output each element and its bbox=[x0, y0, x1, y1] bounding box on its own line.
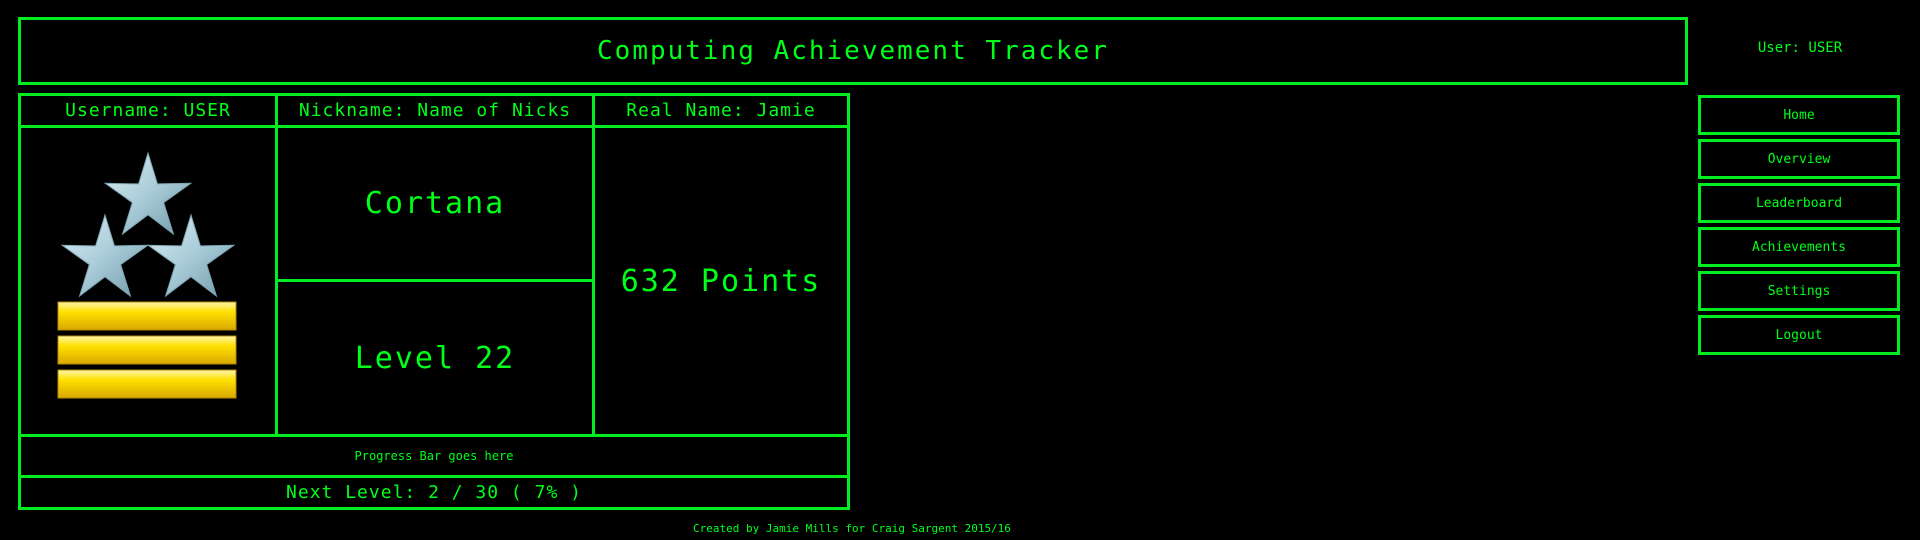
player-title: Cortana bbox=[275, 125, 595, 282]
nav-leaderboard-button[interactable]: Leaderboard bbox=[1698, 183, 1900, 223]
current-user-label: User: USER bbox=[1757, 40, 1843, 56]
real-name-label: Real Name: Jamie bbox=[592, 93, 850, 128]
rank-bar bbox=[57, 369, 237, 399]
nav-logout-button[interactable]: Logout bbox=[1698, 315, 1900, 355]
app-title: Computing Achievement Tracker bbox=[18, 17, 1688, 85]
rank-cell bbox=[18, 125, 278, 437]
progress-bar-placeholder: Progress Bar goes here bbox=[18, 434, 850, 478]
nickname-label: Nickname: Name of Nicks bbox=[275, 93, 595, 128]
username-label: Username: USER bbox=[18, 93, 278, 128]
nav-settings-button[interactable]: Settings bbox=[1698, 271, 1900, 311]
star-icon bbox=[146, 213, 236, 298]
rank-insignia-icon bbox=[57, 151, 237, 399]
nav-achievements-button[interactable]: Achievements bbox=[1698, 227, 1900, 267]
star-icon bbox=[103, 151, 193, 236]
player-level: Level 22 bbox=[275, 279, 595, 437]
rank-bar bbox=[57, 301, 237, 331]
profile-panel: Username: USER Nickname: Name of Nicks R… bbox=[18, 93, 850, 510]
footer-credit: Created by Jamie Mills for Craig Sargent… bbox=[693, 522, 1011, 535]
player-points: 632 Points bbox=[592, 125, 850, 437]
nav-menu: Home Overview Leaderboard Achievements S… bbox=[1698, 95, 1900, 359]
rank-bar bbox=[57, 335, 237, 365]
nav-overview-button[interactable]: Overview bbox=[1698, 139, 1900, 179]
next-level-status: Next Level: 2 / 30 ( 7% ) bbox=[18, 475, 850, 510]
nav-home-button[interactable]: Home bbox=[1698, 95, 1900, 135]
star-icon bbox=[60, 213, 150, 298]
